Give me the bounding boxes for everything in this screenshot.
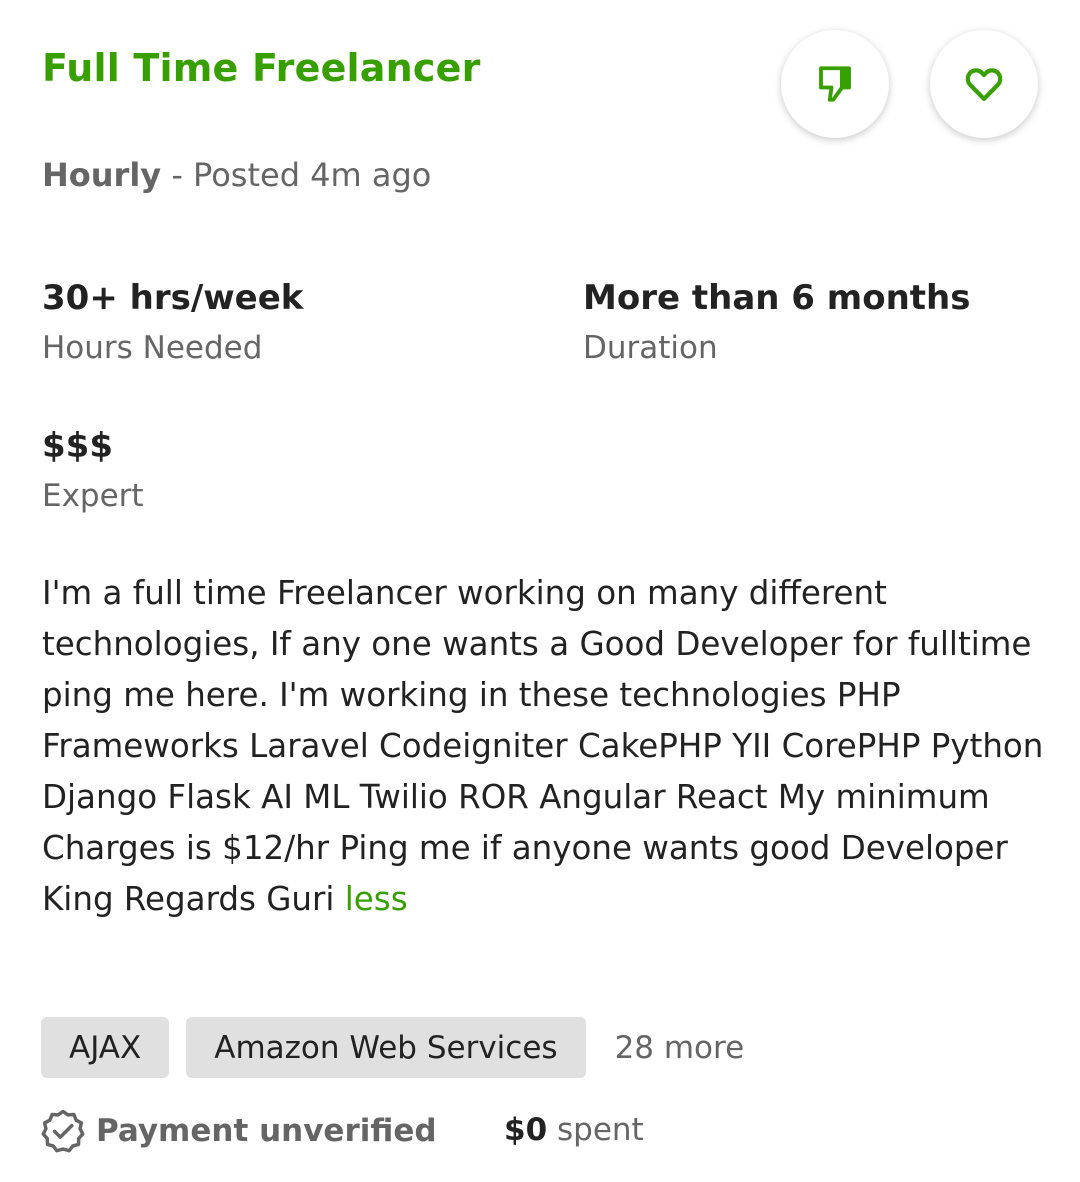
job-description: I'm a full time Freelancer working on ma… [42,568,1052,925]
less-link[interactable]: less [345,880,408,918]
tier-value: $$$ [42,426,113,466]
thumbs-down-icon [819,66,851,102]
duration-stat: More than 6 months Duration [583,278,970,366]
hours-needed-stat: 30+ hrs/week Hours Needed [42,278,303,366]
experience-tier-stat: $$$ Expert [42,426,144,514]
heart-icon [965,68,1003,101]
more-skills-link[interactable]: 28 more [615,1030,745,1066]
job-meta: Hourly - Posted 4m ago [42,156,431,194]
hours-value: 30+ hrs/week [42,278,304,318]
description-text: I'm a full time Freelancer working on ma… [42,574,1044,918]
save-job-button[interactable] [930,30,1038,138]
tier-label: Expert [42,478,144,514]
skill-chip[interactable]: Amazon Web Services [186,1017,586,1078]
hours-label: Hours Needed [42,330,263,366]
job-title[interactable]: Full Time Freelancer [42,46,481,90]
posted-time: - Posted 4m ago [171,156,432,194]
duration-value: More than 6 months [583,278,971,318]
client-spend: $0 spent [504,1112,644,1148]
spent-amount: $0 [504,1112,548,1148]
job-type: Hourly [42,156,162,194]
skill-chip[interactable]: AJAX [41,1017,170,1078]
spent-label: spent [557,1112,644,1148]
dislike-button[interactable] [781,30,889,138]
payment-status-label: Payment unverified [96,1113,437,1149]
verified-badge-icon [41,1109,85,1153]
skills-list: AJAX Amazon Web Services 28 more [41,1017,744,1078]
payment-status: Payment unverified [40,1108,437,1154]
duration-label: Duration [583,330,718,366]
